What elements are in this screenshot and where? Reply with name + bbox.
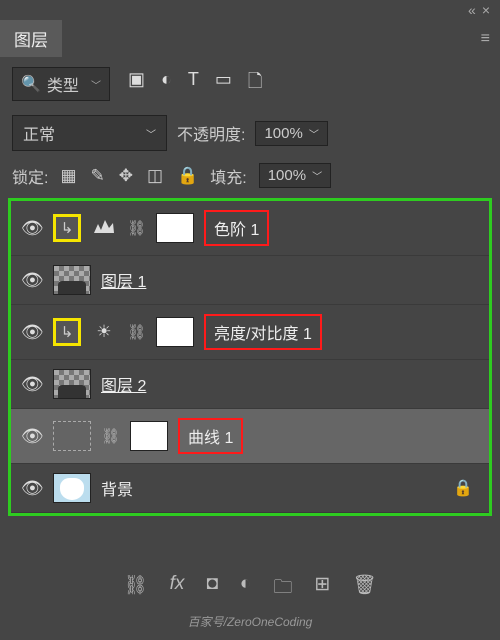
curves-icon <box>53 421 91 451</box>
layer-name[interactable]: 图层 1 <box>101 268 146 292</box>
chevron-down-icon: ﹀ <box>146 126 156 141</box>
link-mask-icon[interactable]: ⛓ <box>127 219 146 237</box>
mask-thumbnail[interactable] <box>130 421 168 451</box>
layer-row[interactable]: 👁 背景 🔒 <box>11 464 489 513</box>
layers-list: 👁 ↳ ⛓ 色阶 1 👁 图层 1 👁 ↳ ☀ ⛓ 亮度/对比度 1 👁 图层 … <box>8 198 492 516</box>
layer-thumbnail[interactable] <box>53 473 91 503</box>
opacity-value: 100% <box>264 125 302 142</box>
chevron-down-icon: ﹀ <box>312 168 322 183</box>
panel-topbar: « × <box>0 0 500 20</box>
layer-row[interactable]: 👁 ↳ ⛓ 色阶 1 <box>11 201 489 256</box>
lock-position-icon[interactable]: ✥ <box>119 166 133 186</box>
visibility-icon[interactable]: 👁 <box>21 426 43 447</box>
layer-row[interactable]: 👁 ⛓ 曲线 1 <box>11 409 489 464</box>
filter-pixel-icon[interactable]: ▣ <box>128 69 145 99</box>
layer-row[interactable]: 👁 图层 2 <box>11 360 489 409</box>
blend-row: 正常 ﹀ 不透明度: 100% ﹀ <box>0 111 500 155</box>
layer-name[interactable]: 曲线 1 <box>178 418 243 454</box>
levels-icon <box>91 218 117 239</box>
panel-footer: ⛓ fx ◘ ◐ 🗀 ⊞ 🗑 百家号/ZeroOneCoding <box>0 561 500 640</box>
opacity-label: 不透明度: <box>177 121 245 145</box>
collapse-icon[interactable]: « <box>468 2 476 18</box>
new-layer-icon[interactable]: ⊞ <box>314 573 330 605</box>
search-icon: 🔍 <box>21 74 41 94</box>
filter-type-icon[interactable]: T <box>188 69 199 99</box>
panel-menu-icon[interactable]: ≡ <box>471 22 500 56</box>
chevron-down-icon: ﹀ <box>309 126 319 141</box>
filter-smart-icon[interactable]: 🗋 <box>248 69 262 99</box>
layer-name[interactable]: 亮度/对比度 1 <box>204 314 322 350</box>
clip-indicator-icon: ↳ <box>53 214 81 242</box>
layer-thumbnail[interactable] <box>53 265 91 295</box>
visibility-icon[interactable]: 👁 <box>21 322 43 343</box>
fill-label: 填充: <box>210 164 246 188</box>
layer-name[interactable]: 图层 2 <box>101 372 146 396</box>
close-icon[interactable]: × <box>482 2 490 18</box>
watermark-text: 百家号/ZeroOneCoding <box>0 611 500 636</box>
layer-row[interactable]: 👁 图层 1 <box>11 256 489 305</box>
filter-type-label: 类型 <box>47 72 79 96</box>
opacity-input[interactable]: 100% ﹀ <box>255 121 327 146</box>
lock-icon[interactable]: 🔒 <box>453 478 479 498</box>
new-group-icon[interactable]: 🗀 <box>273 573 292 605</box>
link-layers-icon[interactable]: ⛓ <box>124 573 148 605</box>
link-mask-icon[interactable]: ⛓ <box>101 427 120 445</box>
fill-value: 100% <box>268 167 306 184</box>
lock-paint-icon[interactable]: ✎ <box>91 166 105 186</box>
visibility-icon[interactable]: 👁 <box>21 218 43 239</box>
filter-shape-icon[interactable]: ▭ <box>215 69 232 99</box>
lock-row: 锁定: ▦ ✎ ✥ ◫ 🔒 填充: 100% ﹀ <box>0 155 500 196</box>
panel-title[interactable]: 图层 <box>0 20 62 57</box>
layer-name[interactable]: 背景 <box>101 476 133 500</box>
visibility-icon[interactable]: 👁 <box>21 374 43 395</box>
fill-input[interactable]: 100% ﹀ <box>259 163 331 188</box>
mask-thumbnail[interactable] <box>156 317 194 347</box>
clip-indicator-icon: ↳ <box>53 318 81 346</box>
lock-all-icon[interactable]: 🔒 <box>177 166 198 186</box>
panel-title-bar: 图层 ≡ <box>0 20 500 57</box>
filter-row: 🔍 类型 ﹀ ▣ ◐ T ▭ 🗋 <box>0 57 500 111</box>
visibility-icon[interactable]: 👁 <box>21 478 43 499</box>
filter-type-select[interactable]: 🔍 类型 ﹀ <box>12 67 110 101</box>
footer-buttons: ⛓ fx ◘ ◐ 🗀 ⊞ 🗑 <box>0 567 500 611</box>
blend-mode-value: 正常 <box>23 121 55 145</box>
filter-icons: ▣ ◐ T ▭ 🗋 <box>128 69 262 99</box>
blend-mode-select[interactable]: 正常 ﹀ <box>12 115 167 151</box>
add-adjustment-icon[interactable]: ◐ <box>240 573 251 605</box>
delete-icon[interactable]: 🗑 <box>352 573 376 605</box>
lock-artboard-icon[interactable]: ◫ <box>147 166 163 186</box>
lock-pixels-icon[interactable]: ▦ <box>60 166 76 186</box>
link-mask-icon[interactable]: ⛓ <box>127 323 146 341</box>
lock-label: 锁定: <box>12 164 48 188</box>
visibility-icon[interactable]: 👁 <box>21 270 43 291</box>
layer-thumbnail[interactable] <box>53 369 91 399</box>
fx-icon[interactable]: fx <box>170 573 185 605</box>
layer-name[interactable]: 色阶 1 <box>204 210 269 246</box>
layers-panel: « × 图层 ≡ 🔍 类型 ﹀ ▣ ◐ T ▭ 🗋 正常 ﹀ 不透明度: 100… <box>0 0 500 640</box>
layer-row[interactable]: 👁 ↳ ☀ ⛓ 亮度/对比度 1 <box>11 305 489 360</box>
add-mask-icon[interactable]: ◘ <box>206 573 217 605</box>
mask-thumbnail[interactable] <box>156 213 194 243</box>
chevron-down-icon: ﹀ <box>91 77 101 92</box>
brightness-icon: ☀ <box>91 322 117 342</box>
filter-adjust-icon[interactable]: ◐ <box>161 69 172 99</box>
